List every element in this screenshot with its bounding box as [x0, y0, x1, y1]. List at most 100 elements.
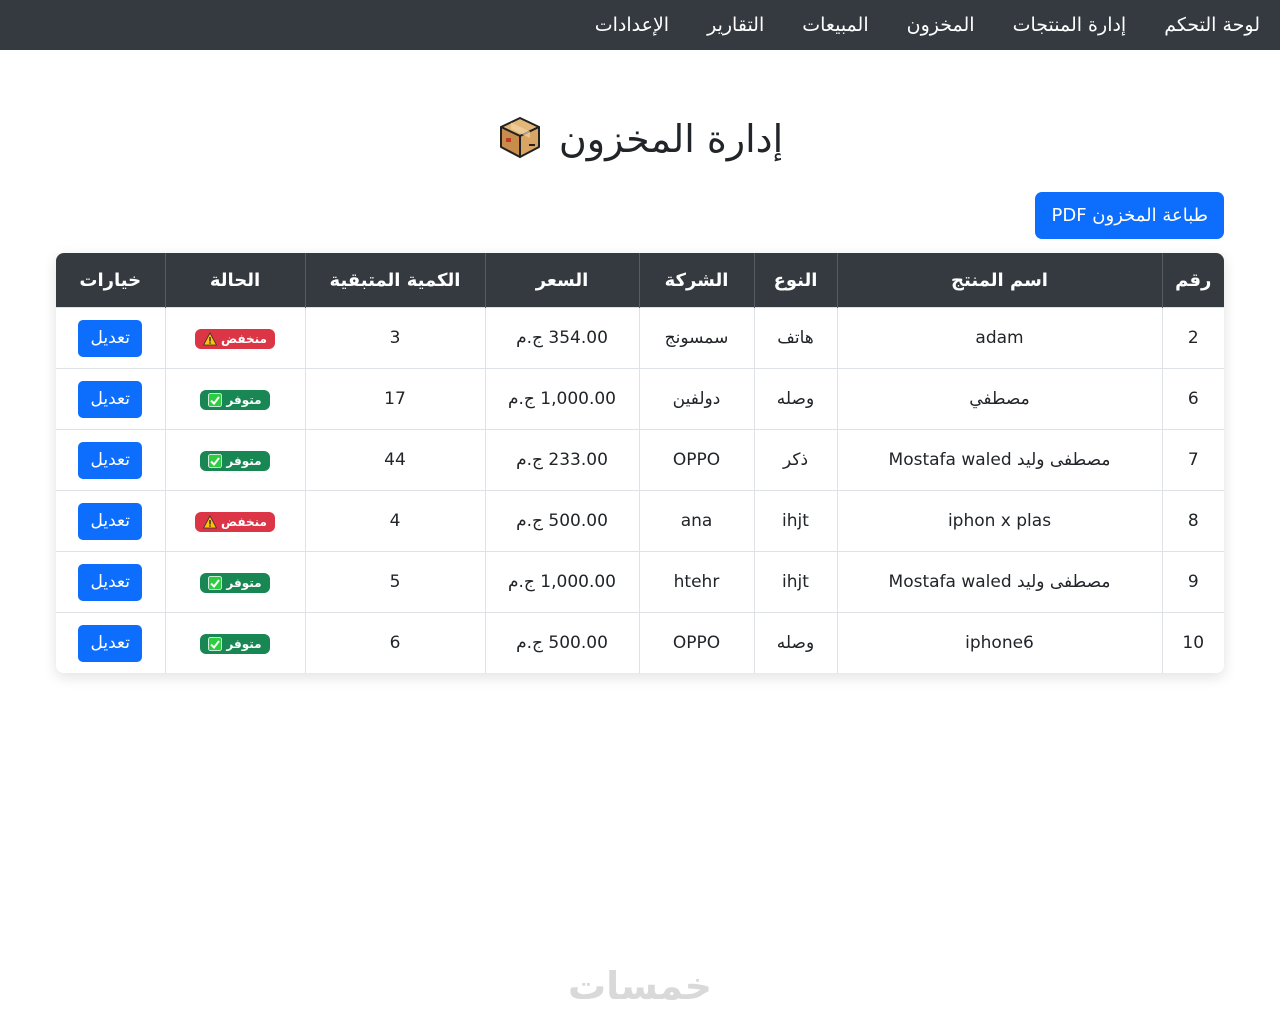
col-header-id: رقم [1161, 253, 1224, 308]
status-badge: منخفض [195, 328, 275, 349]
cell-type: وصله [753, 612, 837, 673]
status-badge-label: متوفر [226, 575, 262, 590]
status-badge-label: متوفر [226, 453, 262, 468]
table-row: 7 مصطفى وليد Mostafa waled ذكر OPPO 233.00 ج… [56, 429, 1224, 491]
status-badge: متوفر [200, 450, 270, 471]
page-header: إدارة المخزون [0, 114, 1280, 164]
cell-product-name: iphone6 [836, 612, 1162, 673]
table-row: 10 iphone6 وصله OPPO 500.00 ج.م 6 متوفر تعديل [56, 612, 1224, 673]
table-row: 2 adam هاتف سمسونج 354.00 ج.م 3 منخفض تعديل [56, 307, 1224, 369]
cell-options: تعديل [56, 551, 165, 613]
cell-options: تعديل [56, 368, 165, 430]
table-body: 2 adam هاتف سمسونج 354.00 ج.م 3 منخفض تعديل 6 مصط… [56, 307, 1224, 673]
nav-inventory[interactable]: المخزون [907, 14, 975, 36]
warning-icon [202, 331, 218, 346]
table-row: 6 مصطفي وصله دولفين 1,000.00 ج.م 17 متوفر تعديل [56, 368, 1224, 430]
cell-type: ihjt [753, 551, 837, 613]
nav-settings[interactable]: الإعدادات [595, 14, 669, 36]
cell-company: سمسونج [638, 307, 754, 369]
edit-button[interactable]: تعديل [78, 624, 143, 662]
cell-id: 6 [1161, 368, 1224, 430]
cell-remaining-qty: 44 [304, 429, 485, 491]
cell-remaining-qty: 3 [304, 307, 485, 369]
status-badge-label: منخفض [221, 331, 267, 346]
edit-button[interactable]: تعديل [78, 319, 143, 357]
nav-dashboard[interactable]: لوحة التحكم [1164, 14, 1260, 36]
cell-price: 354.00 ج.م [484, 307, 639, 369]
cell-id: 7 [1161, 429, 1224, 491]
cell-product-name: مصطفى وليد Mostafa waled [836, 551, 1162, 613]
cell-product-name: iphon x plas [836, 490, 1162, 552]
col-header-options: خيارات [56, 253, 165, 308]
check-mark-icon [208, 392, 223, 407]
cell-company: دولفين [638, 368, 754, 430]
status-badge: متوفر [200, 572, 270, 593]
edit-button[interactable]: تعديل [78, 441, 143, 479]
package-box-icon [497, 114, 543, 164]
cell-remaining-qty: 6 [304, 612, 485, 673]
page-title: إدارة المخزون [558, 117, 784, 161]
cell-status: متوفر [164, 551, 305, 613]
cell-remaining-qty: 5 [304, 551, 485, 613]
cell-remaining-qty: 17 [304, 368, 485, 430]
nav-sales[interactable]: المبيعات [802, 14, 868, 36]
status-badge: متوفر [200, 389, 270, 410]
edit-button[interactable]: تعديل [78, 502, 143, 540]
cell-status: متوفر [164, 429, 305, 491]
cell-id: 2 [1161, 307, 1224, 369]
cell-type: وصله [753, 368, 837, 430]
cell-status: متوفر [164, 612, 305, 673]
cell-product-name: مصطفى وليد Mostafa waled [836, 429, 1162, 491]
cell-status: منخفض [164, 307, 305, 369]
col-header-price: السعر [484, 253, 639, 308]
cell-remaining-qty: 4 [304, 490, 485, 552]
col-header-status: الحالة [164, 253, 305, 308]
cell-company: OPPO [638, 612, 754, 673]
col-header-remaining-qty: الكمية المتبقية [304, 253, 485, 308]
toolbar: طباعة المخزون PDF [0, 192, 1280, 239]
cell-id: 8 [1161, 490, 1224, 552]
watermark-logo: خمسات [568, 964, 712, 1008]
print-inventory-pdf-button[interactable]: طباعة المخزون PDF [1035, 192, 1224, 239]
nav-reports[interactable]: التقارير [707, 14, 764, 36]
cell-price: 233.00 ج.م [484, 429, 639, 491]
cell-options: تعديل [56, 307, 165, 369]
edit-button[interactable]: تعديل [78, 563, 143, 601]
check-mark-icon [208, 575, 223, 590]
cell-type: ihjt [753, 490, 837, 552]
warning-icon [202, 514, 218, 529]
edit-button[interactable]: تعديل [78, 380, 143, 418]
nav-products[interactable]: إدارة المنتجات [1013, 14, 1127, 36]
status-badge: متوفر [200, 633, 270, 654]
status-badge: منخفض [195, 511, 275, 532]
status-badge-label: متوفر [226, 392, 262, 407]
cell-options: تعديل [56, 612, 165, 673]
col-header-company: الشركة [638, 253, 754, 308]
cell-options: تعديل [56, 429, 165, 491]
inventory-table-container: رقم اسم المنتج النوع الشركة السعر الكمية… [56, 253, 1224, 673]
cell-price: 500.00 ج.م [484, 490, 639, 552]
table-row: 8 iphon x plas ihjt ana 500.00 ج.م 4 منخفض تعدي… [56, 490, 1224, 552]
cell-company: ana [638, 490, 754, 552]
cell-type: ذكر [753, 429, 837, 491]
cell-price: 1,000.00 ج.م [484, 368, 639, 430]
inventory-table: رقم اسم المنتج النوع الشركة السعر الكمية… [56, 253, 1224, 673]
status-badge-label: متوفر [226, 636, 262, 651]
cell-id: 9 [1161, 551, 1224, 613]
col-header-product-name: اسم المنتج [836, 253, 1162, 308]
check-mark-icon [208, 453, 223, 468]
cell-id: 10 [1161, 612, 1224, 673]
status-badge-label: منخفض [221, 514, 267, 529]
table-header-row: رقم اسم المنتج النوع الشركة السعر الكمية… [56, 253, 1224, 308]
cell-product-name: مصطفي [836, 368, 1162, 430]
cell-status: منخفض [164, 490, 305, 552]
top-navbar: لوحة التحكم إدارة المنتجات المخزون المبي… [0, 0, 1280, 50]
cell-type: هاتف [753, 307, 837, 369]
check-mark-icon [208, 636, 223, 651]
cell-price: 500.00 ج.م [484, 612, 639, 673]
cell-status: متوفر [164, 368, 305, 430]
cell-company: OPPO [638, 429, 754, 491]
col-header-type: النوع [753, 253, 837, 308]
cell-options: تعديل [56, 490, 165, 552]
cell-price: 1,000.00 ج.م [484, 551, 639, 613]
